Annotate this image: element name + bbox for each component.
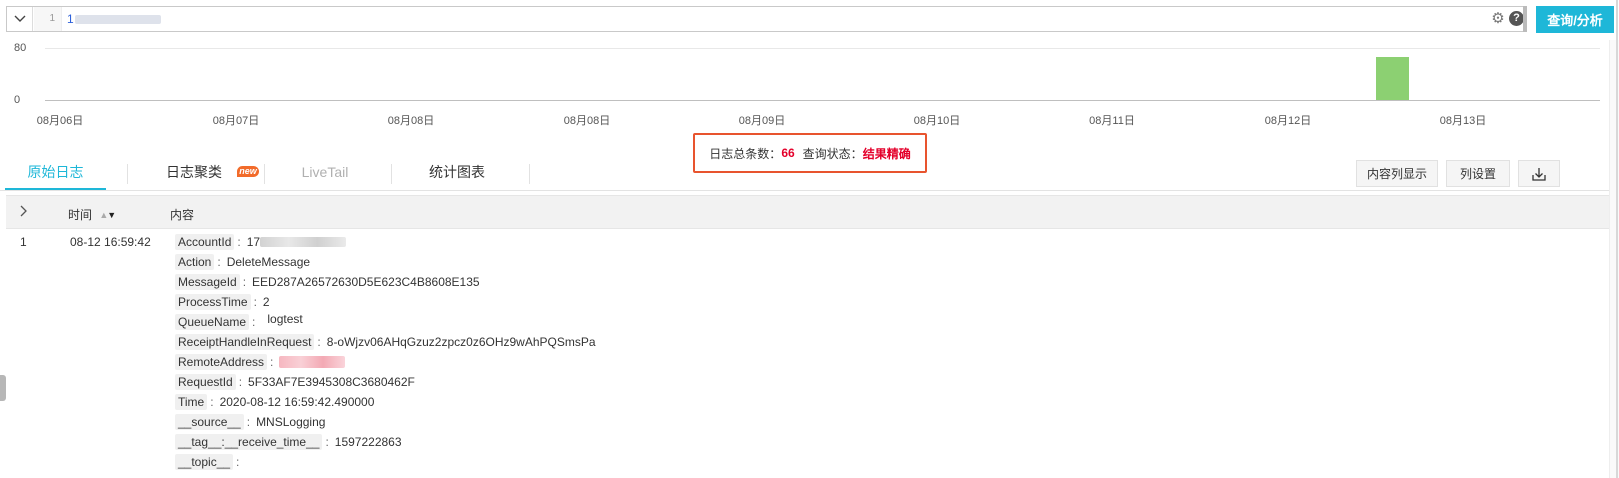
field-key[interactable]: Action [175, 254, 215, 270]
log-field: __source__: MNSLogging [175, 412, 1375, 432]
x-tick-label: 08月13日 [1439, 115, 1487, 127]
query-state-value: 结果精确 [862, 146, 911, 161]
field-value[interactable]: logtest [267, 312, 302, 326]
tab-divider [391, 164, 392, 184]
x-tick-label: 08月09日 [738, 115, 786, 127]
field-key[interactable]: RemoteAddress [175, 354, 268, 370]
log-field: ProcessTime: 2 [175, 292, 1375, 312]
redacted-value [279, 356, 346, 368]
y-tick-label: 80 [14, 42, 27, 54]
x-tick-label: 08月08日 [563, 115, 611, 127]
row-time: 08-12 16:59:42 [70, 235, 151, 249]
redacted-query [75, 15, 161, 24]
tab-divider [127, 164, 128, 184]
field-key[interactable]: __tag__:__receive_time__ [175, 434, 323, 450]
log-field: ReceiptHandleInRequest: 8-oWjzv06AHqGzuz… [175, 332, 1375, 352]
sort-icon[interactable]: ▲▼ [99, 210, 116, 220]
tab-log-clustering[interactable]: 日志聚类 [160, 162, 228, 188]
field-value[interactable]: 17 [247, 235, 260, 249]
log-fields: AccountId: 17 Action: DeleteMessage Mess… [175, 232, 1375, 472]
tabs-divider [0, 190, 1619, 191]
tab-divider [264, 164, 265, 184]
field-value[interactable]: 5F33AF7E3945308C3680462F [248, 375, 415, 389]
field-key[interactable]: __topic__ [175, 454, 234, 470]
expand-all-icon[interactable] [20, 205, 32, 219]
content-column-header: 内容 [170, 208, 195, 222]
field-key[interactable]: AccountId [175, 234, 235, 250]
field-value[interactable]: 1597222863 [335, 435, 402, 449]
tab-livetail[interactable]: LiveTail [292, 162, 358, 188]
field-key[interactable]: ReceiptHandleInRequest [175, 334, 315, 350]
log-field: RequestId: 5F33AF7E3945308C3680462F [175, 372, 1375, 392]
log-field: Time: 2020-08-12 16:59:42.490000 [175, 392, 1375, 412]
field-key[interactable]: __source__ [175, 414, 244, 430]
time-header-label: 时间 [68, 208, 93, 222]
log-field: RemoteAddress: [175, 352, 1375, 372]
field-key[interactable]: Time [175, 394, 208, 410]
download-button[interactable] [1518, 160, 1560, 187]
query-text[interactable]: 1 [67, 7, 74, 31]
editor-scrollbar [1523, 6, 1527, 32]
help-icon[interactable]: ? [1509, 11, 1524, 26]
total-count-label: 日志总条数： [709, 146, 782, 161]
content-column-button[interactable]: 内容列显示 [1356, 160, 1438, 187]
line-number: 1 [34, 7, 62, 31]
log-field: Action: DeleteMessage [175, 252, 1375, 272]
collapse-toggle[interactable] [7, 7, 33, 31]
field-value[interactable]: EED287A26572630D5E623C4B8608E135 [252, 275, 480, 289]
field-value[interactable]: 8-oWjzv06AHqGzuz2zpcz0z6OHz9wAhPQSmsPa [327, 335, 596, 349]
field-value[interactable]: 2 [263, 295, 270, 309]
new-badge: new [237, 166, 259, 177]
x-tick-label: 08月08日 [387, 115, 435, 127]
y-tick-label: 0 [14, 94, 21, 106]
x-tick-label: 08月06日 [36, 115, 84, 127]
grid-line [45, 48, 1600, 49]
field-value[interactable]: DeleteMessage [227, 255, 310, 269]
search-analyze-button[interactable]: 查询/分析 [1536, 6, 1614, 33]
field-value[interactable]: 2020-08-12 16:59:42.490000 [220, 395, 375, 409]
x-tick-label: 08月12日 [1264, 115, 1312, 127]
chevron-down-icon [14, 15, 25, 22]
download-icon [1532, 167, 1546, 181]
field-key[interactable]: MessageId [175, 274, 240, 290]
redacted-value [260, 237, 347, 247]
log-field: MessageId: EED287A26572630D5E623C4B8608E… [175, 272, 1375, 292]
field-key[interactable]: RequestId [175, 374, 236, 390]
tab-raw-logs[interactable]: 原始日志 [5, 162, 106, 191]
gear-icon[interactable]: ⚙ [1490, 11, 1506, 27]
log-field: QueueName: logtest [175, 312, 1375, 332]
tab-divider [529, 164, 530, 184]
tab-statistics-chart[interactable]: 统计图表 [422, 162, 492, 188]
x-tick-label: 08月11日 [1089, 115, 1135, 127]
field-key[interactable]: QueueName [175, 314, 250, 330]
query-status: 日志总条数： 66 查询状态： 结果精确 [693, 133, 927, 173]
field-value[interactable]: MNSLogging [256, 415, 325, 429]
log-histogram: 80 0 08月06日 08月07日 08月08日 08月08日 08月09日 … [0, 40, 1619, 140]
x-tick-label: 08月10日 [913, 115, 961, 127]
time-column-header[interactable]: 时间 ▲▼ [68, 206, 116, 223]
query-editor[interactable]: 1 1 ⚙ ? [6, 6, 1527, 32]
x-tick-label: 08月07日 [212, 115, 260, 127]
row-index: 1 [20, 235, 27, 249]
x-axis-line [45, 100, 1600, 101]
log-field: __tag__:__receive_time__: 1597222863 [175, 432, 1375, 452]
window-edge [1616, 0, 1618, 478]
total-count-value: 66 [781, 146, 795, 160]
query-state-label: 查询状态： [802, 146, 863, 161]
sidebar-drag-handle[interactable] [0, 375, 6, 401]
field-key[interactable]: ProcessTime [175, 294, 251, 310]
column-settings-button[interactable]: 列设置 [1446, 160, 1510, 187]
log-field: AccountId: 17 [175, 232, 1375, 252]
table-header: 时间 ▲▼ 内容 [6, 195, 1609, 229]
histogram-bar[interactable] [1376, 57, 1409, 100]
log-field: __topic__: [175, 452, 1375, 472]
